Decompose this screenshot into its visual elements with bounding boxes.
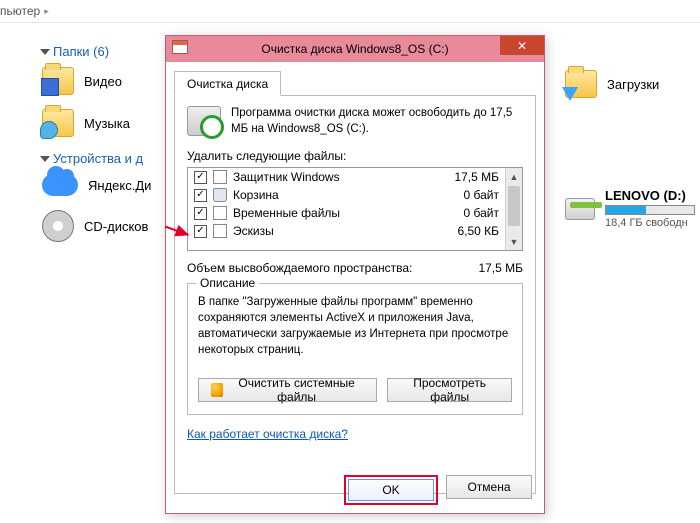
total-value: 17,5 МБ [478,261,523,275]
file-row[interactable]: Корзина 0 байт [188,186,505,204]
drive-item-lenovo-d[interactable]: LENOVO (D:) 18,4 ГБ свободн [565,188,695,229]
breadcrumb-segment: пьютер [0,4,40,18]
files-listbox: Защитник Windows17,5 МБКорзина0 байтВрем… [187,167,523,251]
dialog-title: Очистка диска Windows8_OS (C:) [261,42,448,56]
disk-cleanup-icon [172,40,188,54]
file-name: Корзина [233,188,458,202]
drive-name: LENOVO (D:) [605,188,695,203]
folder-label: Музыка [84,116,130,131]
clean-system-files-button[interactable]: Очистить системные файлы [198,378,377,402]
view-files-button[interactable]: Просмотреть файлы [387,378,512,402]
ok-highlight: OK [344,475,438,505]
tab-strip: Очистка диска [174,70,536,96]
file-checkbox[interactable] [194,207,207,220]
file-row[interactable]: Временные файлы 0 байт [188,204,505,222]
page-icon [213,206,227,220]
file-size: 0 байт [464,188,499,202]
close-icon: ✕ [517,39,527,53]
file-row[interactable]: Эскизы 6,50 КБ [188,222,505,240]
folder-icon [42,109,74,137]
cancel-button[interactable]: Отмена [446,475,532,499]
description-group: Описание В папке "Загруженные файлы прог… [187,283,523,415]
file-checkbox[interactable] [194,225,207,238]
recycle-bin-icon [213,188,227,202]
drive-label: Яндекс.Ди [88,178,151,193]
ok-button[interactable]: OK [348,479,434,501]
scrollbar[interactable]: ▲ ▼ [505,168,522,250]
download-arrow-icon [562,87,578,101]
files-to-delete-label: Удалить следующие файлы: [187,149,523,163]
drive-free-space: 18,4 ГБ свободн [605,217,695,229]
scroll-thumb[interactable] [508,186,520,226]
breadcrumb[interactable]: пьютер ▸ [0,4,49,18]
page-icon [213,170,227,184]
cloud-icon [42,174,78,196]
music-note-icon [40,121,58,139]
file-name: Защитник Windows [233,170,448,184]
folder-item-downloads[interactable]: Загрузки [565,70,695,98]
file-name: Временные файлы [233,206,458,220]
caret-down-icon [40,49,50,55]
file-name: Эскизы [233,224,451,238]
file-size: 0 байт [464,206,499,220]
disk-cleanup-dialog: Очистка диска Windows8_OS (C:) ✕ Очистка… [165,35,545,514]
file-size: 6,50 КБ [457,224,499,238]
total-label: Объем высвобождаемого пространства: [187,261,412,275]
folder-icon [565,70,597,98]
dialog-panel: Программа очистки диска может освободить… [174,96,536,494]
drive-clean-icon [187,106,221,136]
intro-row: Программа очистки диска может освободить… [187,106,523,137]
chevron-right-icon: ▸ [44,6,49,17]
file-row[interactable]: Защитник Windows 17,5 МБ [188,168,505,186]
folder-label: Видео [84,74,122,89]
folder-icon [42,67,74,95]
toolbar-divider [0,22,700,23]
page-icon [213,224,227,238]
section-devices-label: Устройства и д [53,151,143,166]
film-icon [41,78,59,96]
drive-usage-bar [605,205,695,215]
hard-drive-icon [565,198,595,220]
drive-label: CD-дисков [84,219,148,234]
close-button[interactable]: ✕ [500,36,544,55]
help-link[interactable]: Как работает очистка диска? [187,427,348,441]
dialog-titlebar[interactable]: Очистка диска Windows8_OS (C:) ✕ [166,36,544,62]
folder-label: Загрузки [607,77,659,92]
file-checkbox[interactable] [194,171,207,184]
section-folders-label: Папки (6) [53,44,109,59]
scroll-down-button[interactable]: ▼ [506,233,522,250]
disc-icon [42,210,74,242]
file-checkbox[interactable] [194,189,207,202]
total-row: Объем высвобождаемого пространства: 17,5… [187,261,523,275]
scroll-up-button[interactable]: ▲ [506,168,522,185]
caret-down-icon [40,156,50,162]
description-legend: Описание [196,276,259,290]
tab-disk-cleanup[interactable]: Очистка диска [174,71,281,96]
description-text: В папке "Загруженные файлы программ" вре… [198,294,512,364]
file-size: 17,5 МБ [454,170,499,184]
intro-text: Программа очистки диска может освободить… [231,106,523,137]
